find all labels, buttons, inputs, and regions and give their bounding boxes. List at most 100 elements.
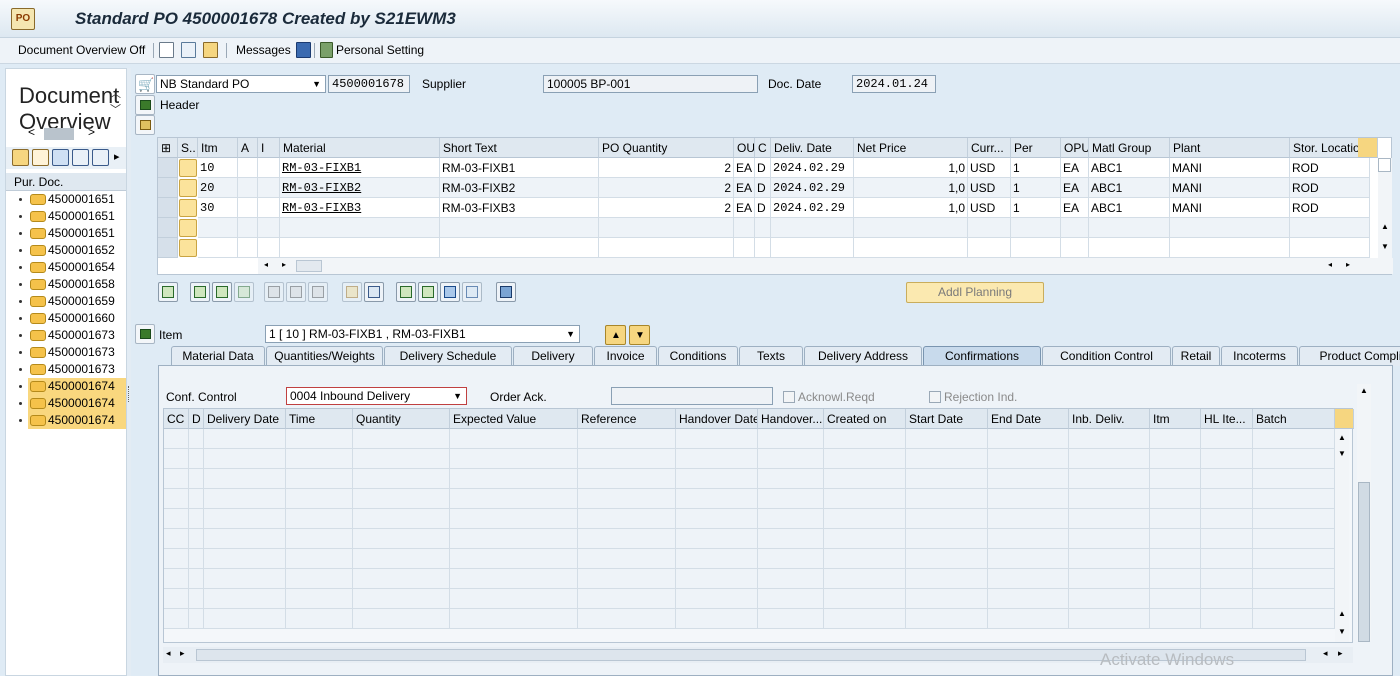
confirmations-table-cell[interactable] [758, 469, 824, 489]
pur-doc-list-item[interactable]: 4500001651 [6, 191, 126, 208]
confirmations-table-cell[interactable] [189, 609, 204, 629]
confirmations-table-cell[interactable] [1069, 489, 1150, 509]
confirmations-table-cell[interactable] [676, 569, 758, 589]
items-table-cell[interactable] [755, 238, 771, 258]
scroll-down-icon[interactable]: ▼ [1381, 242, 1389, 251]
confirmations-table-cell[interactable] [758, 569, 824, 589]
items-table-cell[interactable] [238, 238, 258, 258]
confirmations-table-cell[interactable] [1069, 529, 1150, 549]
items-table-cell[interactable] [238, 158, 258, 178]
row-selector[interactable] [158, 218, 178, 238]
confirmations-table-cell[interactable] [578, 469, 676, 489]
item-select-dropdown[interactable]: 1 [ 10 ] RM-03-FIXB1 , RM-03-FIXB1 ▼ [265, 325, 580, 343]
items-table-cell[interactable] [968, 238, 1011, 258]
confirmations-table-cell[interactable] [1150, 549, 1201, 569]
settings-icon[interactable] [496, 282, 516, 302]
confirmations-table-cell[interactable] [1253, 589, 1335, 609]
confirmations-table-cell[interactable] [353, 549, 450, 569]
items-table-cell[interactable] [238, 178, 258, 198]
confirmations-table-cell[interactable] [286, 569, 353, 589]
tab-texts[interactable]: Texts [739, 346, 803, 366]
items-table-cell[interactable] [1061, 238, 1089, 258]
scroll-thumb[interactable] [44, 128, 74, 140]
acknowl-reqd-checkbox[interactable] [783, 391, 795, 403]
items-table-cell[interactable]: ABC1 [1089, 158, 1170, 178]
confirmations-table-cell[interactable] [189, 489, 204, 509]
items-table-cell[interactable]: 2024.02.29 [771, 198, 854, 218]
tab-incoterms[interactable]: Incoterms [1221, 346, 1298, 366]
item-detail-toggle-button[interactable] [135, 324, 155, 344]
scroll-up-icon[interactable]: ▲ [1381, 222, 1389, 231]
confirmations-table-cell[interactable] [204, 549, 286, 569]
tab-material-data[interactable]: Material Data [171, 346, 265, 366]
items-table-cell[interactable]: MANI [1170, 198, 1290, 218]
items-table-cell[interactable]: USD [968, 158, 1011, 178]
chevron-down-icon[interactable]: ▼ [566, 326, 575, 342]
confirmations-column-header[interactable]: Quantity [353, 409, 450, 429]
items-table-cell[interactable]: ROD [1290, 158, 1370, 178]
item-status-icon[interactable] [179, 219, 197, 237]
items-table-cell[interactable]: ABC1 [1089, 178, 1170, 198]
confirmations-table-cell[interactable] [450, 549, 578, 569]
items-table-cell[interactable]: 1 [1011, 198, 1061, 218]
items-vertical-scrollbar[interactable]: ▲ ▼ [1378, 158, 1392, 258]
pur-doc-list-item[interactable]: 4500001673 [6, 361, 126, 378]
confirmations-table-cell[interactable] [1253, 569, 1335, 589]
items-table-cell[interactable]: 1,0 [854, 198, 968, 218]
confirmations-table-cell[interactable] [988, 549, 1069, 569]
confirmations-column-header[interactable]: Start Date [906, 409, 988, 429]
confirmations-table-cell[interactable] [1150, 529, 1201, 549]
items-column-header[interactable]: Short Text [440, 138, 599, 158]
po-number-field[interactable]: 4500001678 [328, 75, 410, 93]
items-table-cell[interactable]: USD [968, 178, 1011, 198]
supplier-field[interactable]: 100005 BP-001 [543, 75, 758, 93]
confirmations-table-cell[interactable] [204, 429, 286, 449]
items-column-header[interactable]: Net Price [854, 138, 968, 158]
display-change-icon[interactable] [181, 42, 196, 58]
confirmations-table-cell[interactable] [450, 569, 578, 589]
sap-app-icon[interactable]: PO [11, 8, 35, 30]
confirmations-table-cell[interactable] [758, 429, 824, 449]
scroll-down-icon[interactable]: ▼ [1338, 449, 1346, 458]
confirmations-column-header[interactable]: Handover... [758, 409, 824, 429]
tab-delivery-schedule[interactable]: Delivery Schedule [384, 346, 512, 366]
tab-condition-control[interactable]: Condition Control [1042, 346, 1171, 366]
items-table-cell[interactable]: ROD [1290, 178, 1370, 198]
confirmations-table-cell[interactable] [1069, 429, 1150, 449]
item-status-icon[interactable] [179, 159, 197, 177]
confirmations-table-cell[interactable] [906, 529, 988, 549]
confirmations-table-cell[interactable] [353, 449, 450, 469]
confirmations-table-cell[interactable] [1253, 489, 1335, 509]
confirmations-table-cell[interactable] [1069, 469, 1150, 489]
confirmations-table-cell[interactable] [824, 529, 906, 549]
item-status-icon[interactable] [179, 239, 197, 257]
confirmations-table-cell[interactable] [906, 509, 988, 529]
refresh-icon[interactable] [52, 149, 69, 166]
lock-icon[interactable] [286, 282, 306, 302]
items-column-header[interactable]: PO Quantity [599, 138, 734, 158]
items-table-cell[interactable]: EA [1061, 158, 1089, 178]
items-table-cell[interactable]: 1,0 [854, 178, 968, 198]
confirmations-table-cell[interactable] [1201, 489, 1253, 509]
confirmations-table-cell[interactable] [824, 549, 906, 569]
confirmations-table-cell[interactable] [988, 609, 1069, 629]
confirmations-vertical-scrollbar[interactable]: ▲ ▼ ▲ ▼ [1335, 429, 1349, 642]
confirmations-table-cell[interactable] [758, 509, 824, 529]
confirmations-table-cell[interactable] [1201, 569, 1253, 589]
confirmations-table-cell[interactable] [758, 489, 824, 509]
confirmations-table-cell[interactable] [1150, 469, 1201, 489]
items-table-cell[interactable] [599, 218, 734, 238]
items-table-cell[interactable] [1061, 218, 1089, 238]
items-table-cell[interactable] [1290, 238, 1370, 258]
confirmations-table-cell[interactable] [578, 589, 676, 609]
scroll-left-icon[interactable]: < [28, 125, 35, 139]
scroll-right-icon[interactable]: > [88, 125, 95, 139]
confirmations-table-cell[interactable] [758, 609, 824, 629]
items-table-cell[interactable]: ABC1 [1089, 198, 1170, 218]
pur-doc-list-item[interactable]: 4500001674 [6, 412, 126, 429]
document-overview-toggle-button[interactable]: Document Overview Off [18, 43, 145, 57]
confirmations-table-cell[interactable] [758, 529, 824, 549]
confirmations-table-cell[interactable] [1150, 509, 1201, 529]
scroll-right-end-icon[interactable]: ▸ [1338, 648, 1343, 659]
confirmations-table-cell[interactable] [1150, 569, 1201, 589]
